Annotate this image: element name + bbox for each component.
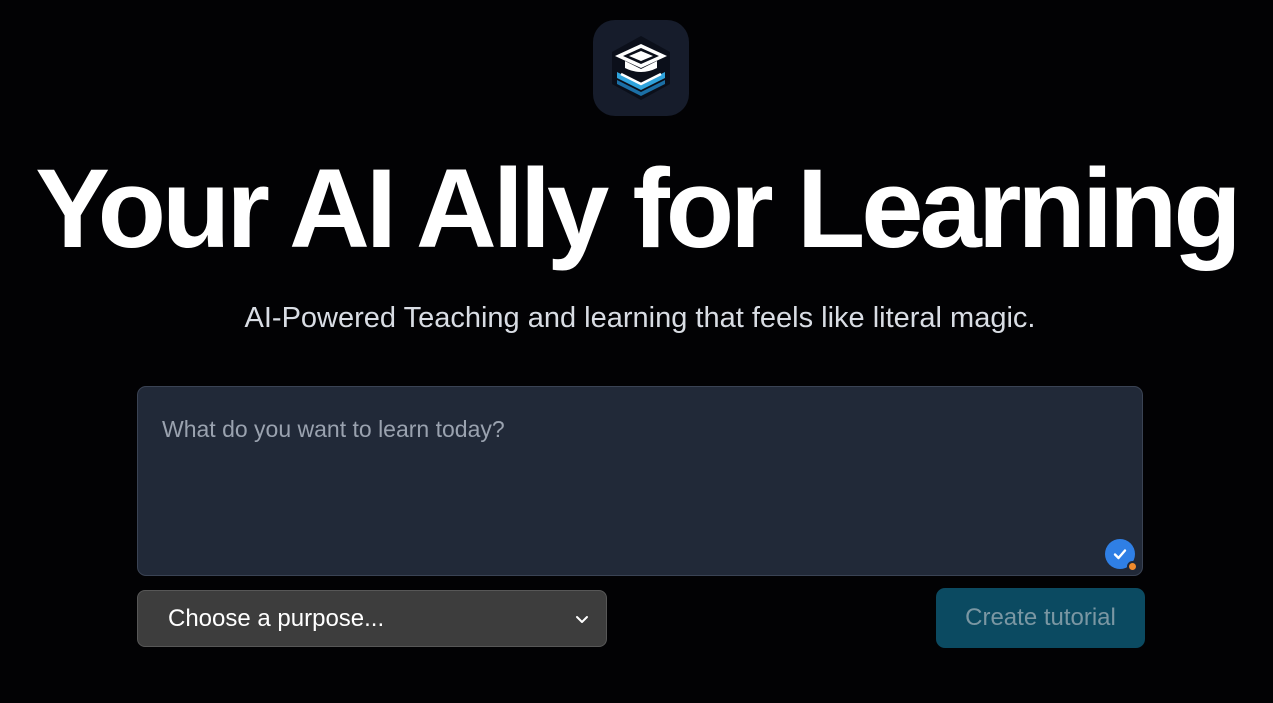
prompt-container (137, 386, 1143, 576)
purpose-select-value: Choose a purpose... (168, 604, 385, 632)
landing-page: Your AI Ally for Learning AI-Powered Tea… (0, 0, 1273, 703)
chevron-down-icon (576, 615, 588, 623)
hero-title: Your AI Ally for Learning (35, 146, 1242, 271)
purpose-select[interactable]: Choose a purpose... (137, 590, 607, 647)
grammar-check-icon (1113, 549, 1127, 560)
graduation-cap-book-stack-icon (612, 36, 670, 100)
learn-topic-input[interactable] (138, 387, 1142, 575)
hero-subtitle: AI-Powered Teaching and learning that fe… (244, 302, 1036, 334)
grammar-status-dot (1127, 561, 1138, 572)
app-logo (593, 20, 689, 116)
create-tutorial-button[interactable]: Create tutorial (936, 588, 1145, 648)
grammar-check-badge[interactable] (1105, 539, 1138, 572)
